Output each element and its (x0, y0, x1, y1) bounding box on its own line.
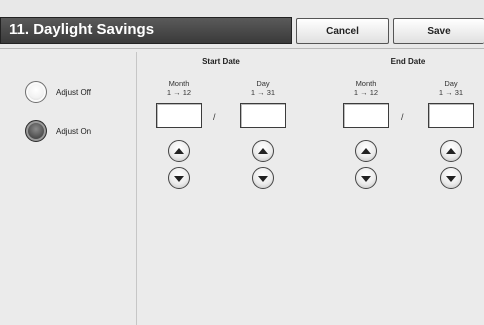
start-month-up-button[interactable] (168, 140, 190, 162)
start-day-label: Day (256, 79, 270, 88)
adjust-on-label: Adjust On (56, 126, 92, 136)
save-button[interactable]: Save (393, 18, 484, 44)
start-month-label: Month (168, 79, 190, 88)
end-day-label: Day (444, 79, 458, 88)
end-day-down-button[interactable] (440, 167, 462, 189)
chevron-up-icon (446, 147, 456, 154)
chevron-down-icon (446, 175, 456, 182)
chevron-down-icon (258, 175, 268, 182)
chevron-down-icon (361, 175, 371, 182)
chevron-up-icon (258, 147, 268, 154)
end-month-label: Month (355, 79, 377, 88)
start-day-input[interactable] (240, 103, 286, 128)
end-month-range: 1 → 12 (353, 88, 379, 97)
start-month-input[interactable] (156, 103, 202, 128)
title-bar: 11. Daylight Savings (0, 17, 292, 44)
end-day-range: 1 → 31 (438, 88, 464, 97)
start-date-separator: / (213, 112, 216, 122)
radio-button-off[interactable] (25, 81, 47, 103)
chevron-down-icon (174, 175, 184, 182)
start-month-down-button[interactable] (168, 167, 190, 189)
end-month-input[interactable] (343, 103, 389, 128)
page-title: 11. Daylight Savings (9, 21, 155, 38)
adjust-off-option[interactable]: Adjust Off (25, 81, 91, 103)
radio-button-on[interactable] (25, 120, 47, 142)
cancel-button[interactable]: Cancel (296, 18, 389, 44)
start-day-range: 1 → 31 (250, 88, 276, 97)
start-date-title: Start Date (202, 57, 240, 66)
chevron-up-icon (174, 147, 184, 154)
vertical-divider (136, 52, 137, 325)
end-month-up-button[interactable] (355, 140, 377, 162)
end-day-input[interactable] (428, 103, 474, 128)
end-date-separator: / (401, 112, 404, 122)
end-month-down-button[interactable] (355, 167, 377, 189)
end-day-up-button[interactable] (440, 140, 462, 162)
chevron-up-icon (361, 147, 371, 154)
adjust-off-label: Adjust Off (56, 87, 91, 97)
start-day-down-button[interactable] (252, 167, 274, 189)
start-month-range: 1 → 12 (166, 88, 192, 97)
start-day-up-button[interactable] (252, 140, 274, 162)
end-date-title: End Date (390, 57, 426, 66)
adjust-on-option[interactable]: Adjust On (25, 120, 91, 142)
